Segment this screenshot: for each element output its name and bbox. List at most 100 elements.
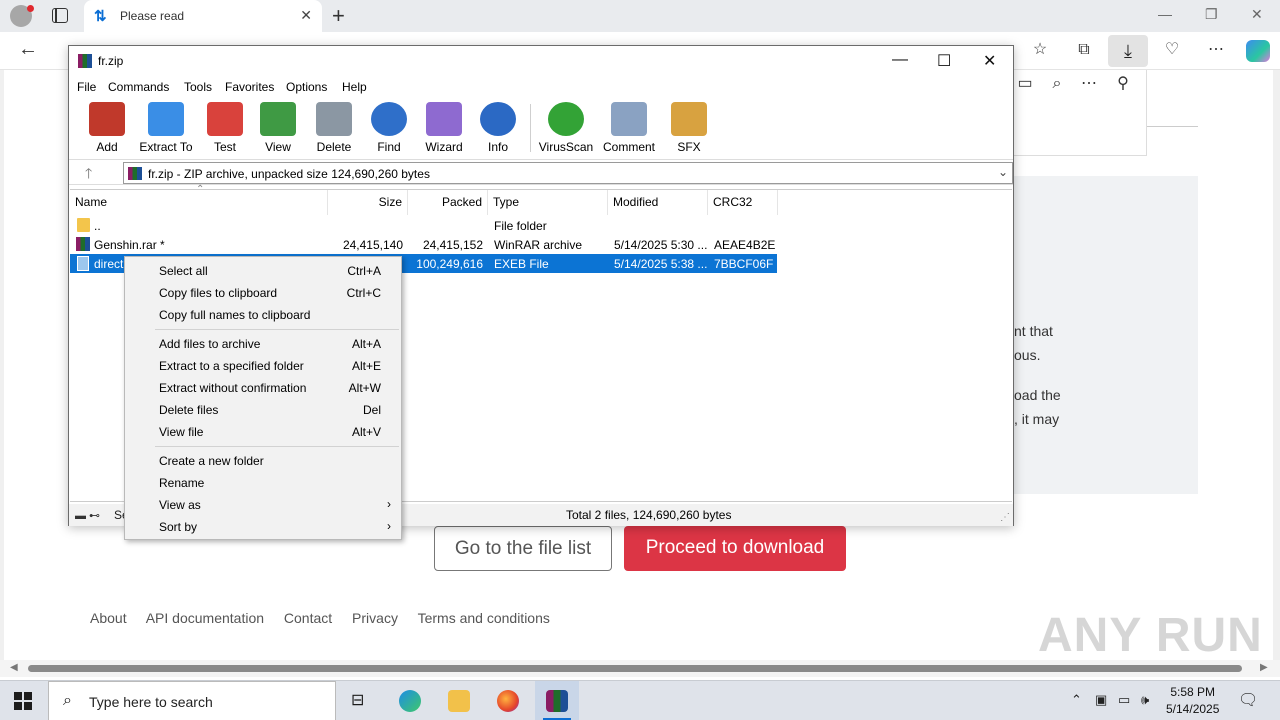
ctx-create-folder[interactable]: Create a new folder: [125, 450, 401, 472]
collections-icon[interactable]: ⧉: [1074, 40, 1094, 60]
windows-taskbar: ⌕ Type here to search ⊟ ⌃ ▣ ▭ 🕪 5:58 PM …: [0, 680, 1280, 720]
col-header-crc32[interactable]: CRC32: [708, 190, 778, 215]
file-row-genshin[interactable]: Genshin.rar * 24,415,140 24,415,152 WinR…: [70, 235, 777, 254]
footer-links: About API documentation Contact Privacy …: [90, 610, 566, 626]
volume-icon[interactable]: 🕪: [1141, 692, 1149, 708]
tray-chevron-icon[interactable]: ⌃: [1071, 692, 1082, 708]
ctx-view-as[interactable]: View as ›: [125, 494, 401, 516]
winrar-maximize-icon[interactable]: ☐: [937, 51, 951, 71]
winrar-title-bar[interactable]: fr.zip — ☐ ✕: [69, 46, 1013, 76]
copilot-icon[interactable]: [1246, 40, 1270, 62]
winrar-path-bar: 🡑 fr.zip - ZIP archive, unpacked size 12…: [69, 159, 1013, 185]
tool-extract-to[interactable]: Extract To: [137, 102, 195, 154]
ctx-copy-full-names[interactable]: Copy full names to clipboard: [125, 304, 401, 326]
network-icon[interactable]: ▭: [1118, 692, 1130, 708]
up-folder-icon[interactable]: 🡑: [85, 163, 92, 187]
footer-link-contact[interactable]: Contact: [284, 610, 332, 626]
taskbar-search[interactable]: ⌕ Type here to search: [48, 681, 336, 720]
menu-tools[interactable]: Tools: [184, 80, 212, 94]
pin-icon[interactable]: ⚲: [1113, 74, 1133, 94]
task-view-button[interactable]: ⊟: [338, 681, 382, 720]
footer-link-terms[interactable]: Terms and conditions: [418, 610, 550, 626]
col-header-size[interactable]: Size: [328, 190, 408, 215]
file-row-parent[interactable]: .. File folder: [70, 216, 777, 235]
tab-please-read[interactable]: ⇅ Please read ✕: [84, 0, 322, 32]
tab-actions-icon[interactable]: [52, 8, 68, 23]
tool-delete[interactable]: Delete: [314, 102, 354, 154]
downloads-button[interactable]: ⤓: [1108, 35, 1148, 67]
proceed-to-download-button[interactable]: Proceed to download: [624, 526, 846, 571]
winrar-taskbar-button[interactable]: [535, 681, 579, 720]
ctx-view-file[interactable]: View file Alt+V: [125, 421, 401, 443]
ctx-extract-without-confirmation[interactable]: Extract without confirmation Alt+W: [125, 377, 401, 399]
col-header-modified[interactable]: Modified: [608, 190, 708, 215]
menu-favorites[interactable]: Favorites: [225, 80, 274, 94]
tool-wizard[interactable]: Wizard: [422, 102, 466, 154]
col-header-type[interactable]: Type: [488, 190, 608, 215]
browser-close-icon[interactable]: ✕: [1251, 6, 1263, 23]
footer-link-api[interactable]: API documentation: [146, 610, 264, 626]
winrar-close-icon[interactable]: ✕: [983, 51, 996, 71]
ctx-copy-files[interactable]: Copy files to clipboard Ctrl+C: [125, 282, 401, 304]
winrar-title: fr.zip: [98, 54, 124, 68]
page-text-fragment: oad the: [1014, 387, 1061, 403]
ctx-delete-files[interactable]: Delete files Del: [125, 399, 401, 421]
menu-help[interactable]: Help: [342, 80, 367, 94]
horizontal-scrollbar[interactable]: ◀ ▶: [0, 660, 1280, 677]
folder-icon[interactable]: ▭: [1015, 74, 1035, 94]
tool-find[interactable]: Find: [369, 102, 409, 154]
edge-taskbar-button[interactable]: [388, 681, 432, 720]
menu-file[interactable]: File: [77, 80, 96, 94]
explorer-taskbar-button[interactable]: [437, 681, 481, 720]
more-menu-icon[interactable]: ⋯: [1206, 40, 1226, 60]
status-total: Total 2 files, 124,690,260 bytes: [566, 508, 732, 522]
browser-minimize-icon[interactable]: —: [1158, 6, 1172, 22]
ctx-add-files[interactable]: Add files to archive Alt+A: [125, 333, 401, 355]
footer-link-about[interactable]: About: [90, 610, 127, 626]
go-to-file-list-button[interactable]: Go to the file list: [434, 526, 612, 571]
ctx-select-all[interactable]: Select all Ctrl+A: [125, 260, 401, 282]
scrollbar-thumb[interactable]: [28, 665, 1242, 672]
edge-icon: [399, 690, 421, 712]
resize-grip-icon[interactable]: ⋰: [1000, 512, 1010, 523]
ctx-label: Extract without confirmation: [159, 381, 307, 395]
file-packed: 24,415,152: [422, 238, 483, 252]
path-dropdown[interactable]: fr.zip - ZIP archive, unpacked size 124,…: [123, 162, 1013, 184]
file-explorer-icon: [448, 690, 470, 712]
notifications-icon[interactable]: 🗨: [1238, 690, 1258, 710]
tool-add[interactable]: Add: [87, 102, 127, 154]
browser-restore-icon[interactable]: ❐: [1205, 6, 1218, 23]
chevron-down-icon[interactable]: ⌄: [998, 165, 1008, 179]
tool-virusscan[interactable]: VirusScan: [538, 102, 594, 154]
ctx-rename[interactable]: Rename: [125, 472, 401, 494]
tool-info[interactable]: Info: [478, 102, 518, 154]
winrar-minimize-icon[interactable]: —: [892, 51, 908, 69]
scroll-left-icon[interactable]: ◀: [10, 662, 18, 673]
tray-device-icon[interactable]: ▣: [1095, 692, 1107, 708]
scroll-right-icon[interactable]: ▶: [1260, 662, 1268, 673]
tool-test[interactable]: Test: [205, 102, 245, 154]
tab-close-icon[interactable]: ✕: [300, 7, 312, 24]
col-label: Packed: [441, 195, 482, 209]
tool-comment[interactable]: Comment: [601, 102, 657, 154]
back-button[interactable]: ←: [18, 38, 38, 61]
submenu-arrow-icon: ›: [387, 519, 391, 533]
tool-sfx[interactable]: SFX: [669, 102, 709, 154]
ctx-sort-by[interactable]: Sort by ›: [125, 516, 401, 538]
favorites-icon[interactable]: ☆: [1030, 40, 1050, 60]
start-button[interactable]: [14, 692, 32, 710]
ctx-extract-to[interactable]: Extract to a specified folder Alt+E: [125, 355, 401, 377]
taskbar-clock[interactable]: 5:58 PM 5/14/2025: [1166, 684, 1219, 718]
file-modified: 5/14/2025 5:38 ...: [614, 257, 708, 271]
search-icon[interactable]: ⌕: [1047, 74, 1067, 94]
new-tab-button[interactable]: +: [332, 3, 345, 29]
drive-icon: ▬ ⊷: [75, 510, 101, 522]
footer-link-privacy[interactable]: Privacy: [352, 610, 398, 626]
menu-commands[interactable]: Commands: [108, 80, 169, 94]
firefox-taskbar-button[interactable]: [486, 681, 530, 720]
col-header-packed[interactable]: Packed: [408, 190, 488, 215]
tool-view[interactable]: View: [258, 102, 298, 154]
performance-icon[interactable]: ♡: [1162, 40, 1182, 60]
menu-options[interactable]: Options: [286, 80, 327, 94]
more-icon[interactable]: ⋯: [1079, 74, 1099, 94]
